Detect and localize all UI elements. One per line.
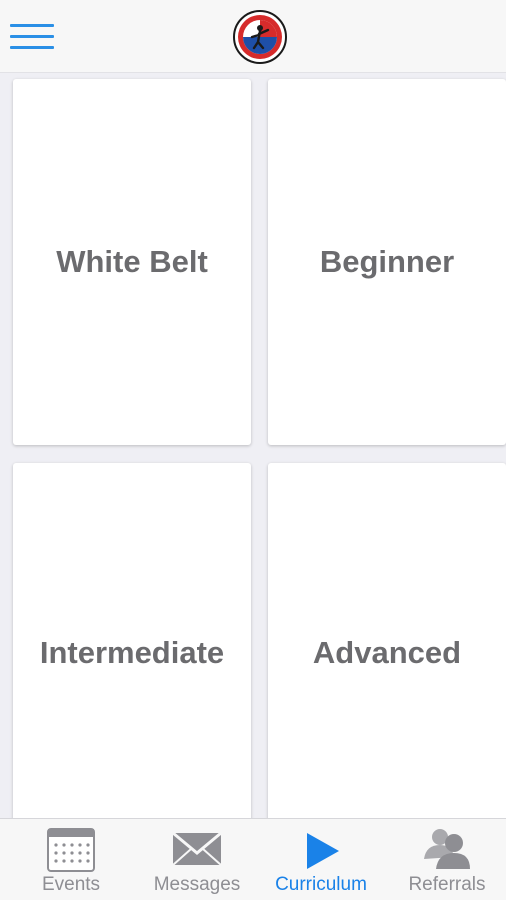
tab-messages[interactable]: Messages (134, 819, 260, 900)
tab-label: Messages (153, 874, 241, 895)
people-icon (424, 829, 470, 869)
curriculum-card-white-belt[interactable]: White Belt (13, 79, 251, 445)
hamburger-line (10, 35, 54, 38)
tab-label: Events (41, 874, 101, 895)
tab-referrals[interactable]: Referrals (384, 819, 506, 900)
card-label: Beginner (319, 244, 455, 279)
curriculum-card-beginner[interactable]: Beginner (268, 79, 506, 445)
play-icon (307, 833, 339, 869)
card-label: White Belt (56, 244, 208, 279)
top-navigation-bar (0, 0, 506, 73)
envelope-icon (172, 831, 222, 866)
tab-label: Referrals (408, 874, 486, 895)
menu-button[interactable] (8, 18, 56, 54)
card-label: Advanced (312, 635, 462, 670)
tab-events[interactable]: Events (8, 819, 134, 900)
card-label: Intermediate (39, 635, 225, 670)
karate-academy-logo (233, 10, 287, 64)
calendar-icon (47, 828, 95, 872)
hamburger-menu-icon (10, 24, 54, 27)
tab-label: Curriculum (275, 874, 367, 895)
curriculum-card-intermediate[interactable]: Intermediate (13, 463, 251, 818)
hamburger-line (10, 46, 54, 49)
bottom-tab-bar: Events Messages Curriculum Referrals (0, 818, 506, 900)
curriculum-card-advanced[interactable]: Advanced (268, 463, 506, 818)
app-screen: White Belt Beginner Intermediate Advance… (0, 0, 506, 900)
tab-curriculum[interactable]: Curriculum (258, 819, 384, 900)
curriculum-grid: White Belt Beginner Intermediate Advance… (0, 72, 506, 818)
